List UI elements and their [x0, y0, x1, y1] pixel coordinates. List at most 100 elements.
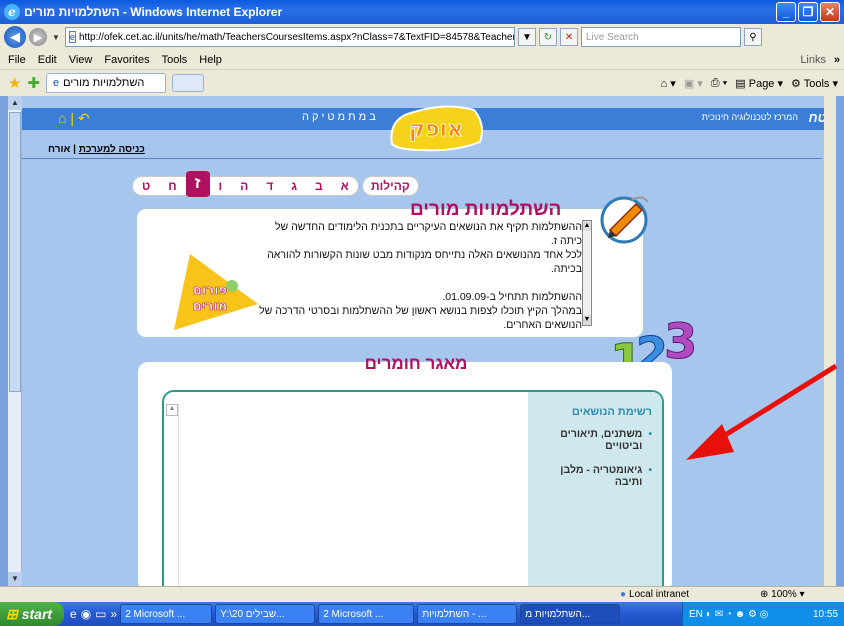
home-site-icon[interactable]: ⌂ | ↶	[58, 110, 90, 127]
address-dropdown-button[interactable]: ▼	[517, 28, 536, 46]
scroll-up-icon[interactable]: ▲	[8, 96, 22, 110]
page-scrollbar[interactable]: ▲ ▼	[8, 96, 22, 586]
system-tray: EN ◐ ✉ ◔ ☻ ⚙ ◎ 10:55	[682, 602, 844, 626]
taskbar: ⊞ start e ◉ ▭ » 2 Microsoft ... Y:\20 שב…	[0, 602, 844, 626]
tab-page-icon: e	[53, 77, 60, 89]
address-toolbar: ◀ ▶ ▼ e http://ofek.cet.ac.il/units/he/m…	[0, 24, 844, 50]
print-icon[interactable]: ⎙ ▾	[711, 77, 727, 90]
clock[interactable]: 10:55	[813, 609, 838, 620]
task-button[interactable]: 2 Microsoft ...	[318, 604, 415, 624]
forward-button[interactable]: ▶	[29, 28, 47, 46]
scroll-down-icon[interactable]: ▼	[8, 572, 22, 586]
feeds-icon[interactable]: ▣ ▾	[684, 77, 703, 90]
chevron-right-icon[interactable]: »	[111, 607, 118, 621]
tray-icons[interactable]: ◐ ✉ ◔ ☻ ⚙ ◎	[706, 609, 769, 620]
tab-letter-zayin[interactable]: ז	[185, 170, 210, 198]
task-button[interactable]: Y:\20 שבילים...	[215, 604, 316, 624]
svg-text:פורום: פורום	[193, 283, 227, 298]
scroll-thumb[interactable]	[9, 112, 21, 392]
svg-text:אופק: אופק	[409, 117, 463, 142]
security-zone[interactable]: ● Local intranet	[620, 589, 689, 600]
user-bar: כניסה למערכת | אורח	[48, 144, 145, 155]
mtech-logo[interactable]: מטח	[809, 110, 825, 125]
menu-favorites[interactable]: Favorites	[104, 54, 149, 66]
refresh-button[interactable]: ↻	[538, 28, 557, 46]
menu-file[interactable]: File	[8, 54, 26, 66]
links-toolbar[interactable]: Links	[800, 54, 826, 66]
tab-letter-gimel[interactable]: ג	[282, 176, 306, 196]
pencil-icon	[600, 196, 649, 244]
tab-letter-bet[interactable]: ב	[305, 176, 332, 196]
new-tab-button[interactable]	[172, 74, 205, 92]
task-button[interactable]: השתלמויות מ...	[520, 604, 621, 624]
windows-logo-icon: ⊞	[6, 605, 18, 622]
tab-letter-tet[interactable]: ט	[132, 176, 160, 196]
materials-scroll-up-icon[interactable]: ▲	[166, 404, 178, 416]
tab-letter-alef[interactable]: א	[331, 176, 359, 196]
page-menu[interactable]: ▤ Page ▾	[735, 77, 783, 90]
tab-letter-dalet[interactable]: ד	[257, 176, 283, 196]
info-scroll-down-icon[interactable]: ▼	[583, 315, 591, 325]
right-frame-edge	[824, 96, 836, 586]
menu-bar: File Edit View Favorites Tools Help Link…	[0, 50, 844, 70]
task-button[interactable]: השתלמויות - ...	[417, 604, 518, 624]
address-bar[interactable]: e http://ofek.cet.ac.il/units/he/math/Te…	[64, 27, 515, 47]
close-button[interactable]: ✕	[820, 2, 840, 22]
menu-tools[interactable]: Tools	[162, 54, 188, 66]
topics-sidebar: רשימת הנושאים • משתנים, תיאורים וביטויים…	[528, 392, 662, 586]
maximize-button[interactable]: ❐	[798, 2, 818, 22]
chevron-right-icon[interactable]: »	[834, 54, 840, 66]
folder-quicklaunch-icon[interactable]: ▭	[95, 607, 106, 621]
browser-tab[interactable]: e השתלמויות מורים	[46, 73, 167, 93]
letter-tabs: ט ח ז ו ה ד ג ב א	[132, 170, 359, 198]
topics-header: רשימת הנושאים	[571, 406, 652, 418]
svg-text:מורים: מורים	[193, 299, 228, 314]
intranet-icon: ●	[620, 589, 627, 600]
search-input[interactable]: Live Search	[580, 27, 741, 47]
ie-quicklaunch-icon[interactable]: e	[70, 607, 77, 621]
favorites-bar: ★ ✚ e השתלמויות מורים ⌂ ▾ ▣ ▾ ⎙ ▾ ▤ Page…	[0, 70, 844, 96]
language-indicator[interactable]: EN	[689, 609, 703, 620]
status-bar: ● Local intranet ⊕ 100% ▾	[0, 586, 844, 602]
task-button[interactable]: 2 Microsoft ...	[120, 604, 213, 624]
search-button[interactable]: ⚲	[743, 28, 762, 46]
teachers-forum-button[interactable]: פורום מורים	[170, 244, 260, 334]
url-text: http://ofek.cet.ac.il/units/he/math/Teac…	[78, 31, 514, 43]
minimize-button[interactable]: _	[776, 2, 796, 22]
menu-view[interactable]: View	[69, 54, 93, 66]
guest-label: אורח	[48, 144, 71, 155]
red-arrow-annotation	[686, 364, 838, 460]
tab-letter-he[interactable]: ה	[231, 176, 258, 196]
add-favorites-icon[interactable]: ✚	[27, 74, 40, 92]
topic-item[interactable]: • גיאומטריה - מלבן ותיבה	[534, 464, 652, 488]
info-scrollbar[interactable]: ▲ ▼	[582, 220, 592, 326]
tab-letter-vav[interactable]: ו	[209, 176, 232, 196]
topic-item[interactable]: • משתנים, תיאורים וביטויים	[534, 428, 652, 452]
zoom-level[interactable]: ⊕ 100% ▾	[760, 589, 805, 600]
tab-communities[interactable]: קהילות	[362, 176, 419, 196]
back-button[interactable]: ◀	[4, 26, 26, 48]
subject-label: במתמטיקה	[302, 111, 379, 123]
web-page: ⌂ | ↶ במתמטיקה המרכז לטכנולוגיה חינוכית …	[22, 96, 824, 586]
favorites-star-icon[interactable]: ★	[8, 74, 21, 92]
menu-help[interactable]: Help	[199, 54, 222, 66]
history-dropdown-icon[interactable]: ▼	[52, 33, 60, 42]
mtech-text: המרכז לטכנולוגיה חינוכית	[701, 112, 798, 122]
ofek-logo[interactable]: אופק	[384, 100, 488, 152]
login-link[interactable]: כניסה למערכת	[79, 144, 145, 155]
divider	[22, 158, 822, 159]
info-scroll-up-icon[interactable]: ▲	[583, 221, 591, 231]
start-button[interactable]: ⊞ start	[0, 602, 64, 626]
media-quicklaunch-icon[interactable]: ◉	[81, 607, 91, 621]
tools-menu[interactable]: ⚙ Tools ▾	[791, 77, 838, 90]
home-icon[interactable]: ⌂ ▾	[661, 77, 676, 90]
tab-letter-het[interactable]: ח	[159, 176, 186, 196]
title-bar: e השתלמויות מורים - Windows Internet Exp…	[0, 0, 844, 24]
menu-edit[interactable]: Edit	[38, 54, 57, 66]
materials-frame: ▲ רשימת הנושאים • משתנים, תיאורים וביטוי…	[162, 390, 664, 586]
zoom-icon: ⊕	[760, 589, 769, 600]
window-title: השתלמויות מורים - Windows Internet Explo…	[24, 5, 283, 19]
tab-title: השתלמויות מורים	[63, 77, 145, 89]
quick-launch: e ◉ ▭ »	[70, 607, 117, 621]
stop-button[interactable]: ✕	[559, 28, 578, 46]
